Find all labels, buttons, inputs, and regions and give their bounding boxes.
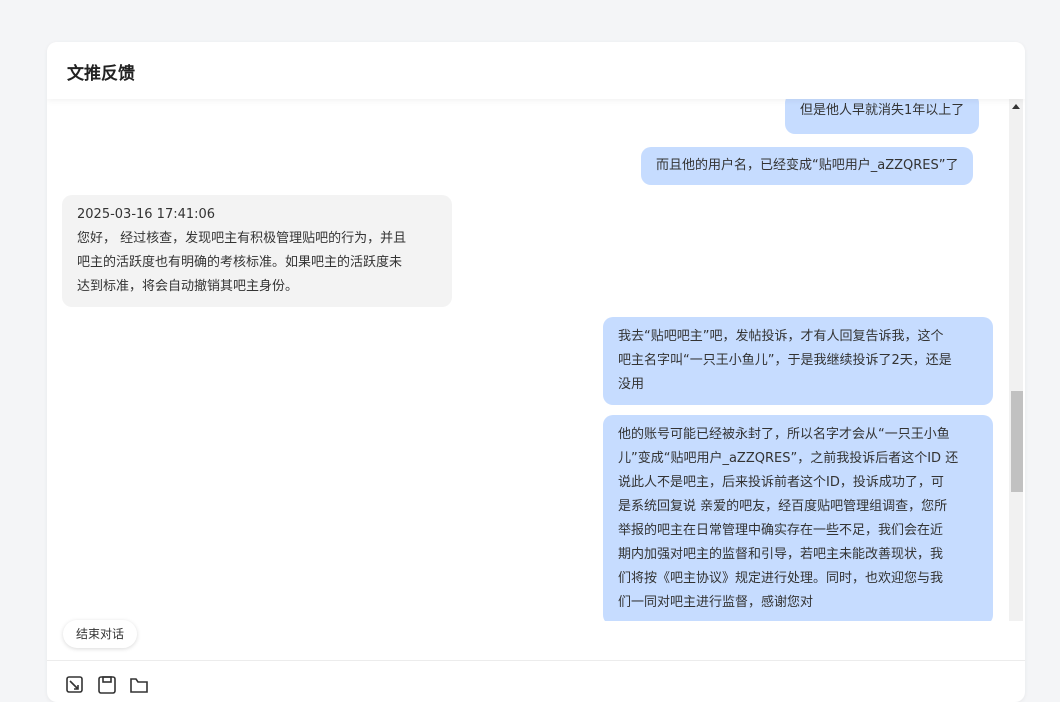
user-message: 我去“贴吧吧主”吧，发帖投诉，才有人回复告诉我，这个 吧主名字叫“一只王小鱼儿”… [603,317,993,405]
divider [47,660,1025,661]
message-line: 儿”变成“贴吧用户_aZZQRES”，之前我投诉后者这个ID 还 [618,451,959,466]
save-icon[interactable] [97,675,117,695]
message-line: 而且他的用户名，已经变成“贴吧用户_aZZQRES”了 [656,158,959,173]
message-line: 达到标准，将会自动撤销其吧主身份。 [77,279,299,294]
page-title: 文推反馈 [67,64,135,84]
chat-header: 文推反馈 [47,42,1025,99]
message-line: 们一同对吧主进行监督，感谢您对 [618,595,814,610]
scrollbar-thumb[interactable] [1011,391,1023,492]
message-line: 是系统回复说 亲爱的吧友，经百度贴吧管理组调查，您所 [618,499,948,514]
message-line: 期内加强对吧主的监督和引导，若吧主未能改善现状，我 [618,547,944,562]
message-line: 没用 [618,377,645,392]
message-list: 但是他人早就消失1年以上了 而且他的用户名，已经变成“贴吧用户_aZZQRES”… [47,99,1025,621]
message-line: 他的账号可能已经被永封了，所以名字才会从“一只王小鱼 [618,427,950,442]
agent-message: 2025-03-16 17:41:06 您好， 经过核查，发现吧主有积极管理贴吧… [62,195,452,307]
folder-icon[interactable] [129,675,149,695]
message-line: 们将按《吧主协议》规定进行处理。同时，也欢迎您与我 [618,571,944,586]
user-message: 但是他人早就消失1年以上了 [785,99,980,134]
scroll-up-arrow-icon[interactable] [1012,104,1020,109]
message-line: 吧主的活跃度也有明确的考核标准。如果吧主的活跃度未 [77,255,403,270]
message-line: 我去“贴吧吧主”吧，发帖投诉，才有人回复告诉我，这个 [618,329,944,344]
user-message: 他的账号可能已经被永封了，所以名字才会从“一只王小鱼 儿”变成“贴吧用户_aZZ… [603,415,993,621]
message-line: 说此人不是吧主，后来投诉前者这个ID，投诉成功了，可 [618,475,944,490]
message-line: 但是他人早就消失1年以上了 [800,103,965,118]
feedback-chat-window: 文推反馈 但是他人早就消失1年以上了 而且他的用户名，已经变成“贴吧用户_aZZ… [47,42,1025,702]
end-chat-button[interactable]: 结束对话 [63,620,138,648]
image-icon[interactable] [65,675,85,695]
message-line: 吧主名字叫“一只王小鱼儿”，于是我继续投诉了2天，还是 [618,353,952,368]
message-timestamp: 2025-03-16 17:41:06 [77,207,216,222]
user-message: 而且他的用户名，已经变成“贴吧用户_aZZQRES”了 [641,147,974,185]
message-line: 您好， 经过核查，发现吧主有积极管理贴吧的行为，并且 [77,231,407,246]
chat-scrollbar[interactable] [1009,99,1023,621]
message-line: 举报的吧主在日常管理中确实存在一些不足，我们会在近 [618,523,944,538]
